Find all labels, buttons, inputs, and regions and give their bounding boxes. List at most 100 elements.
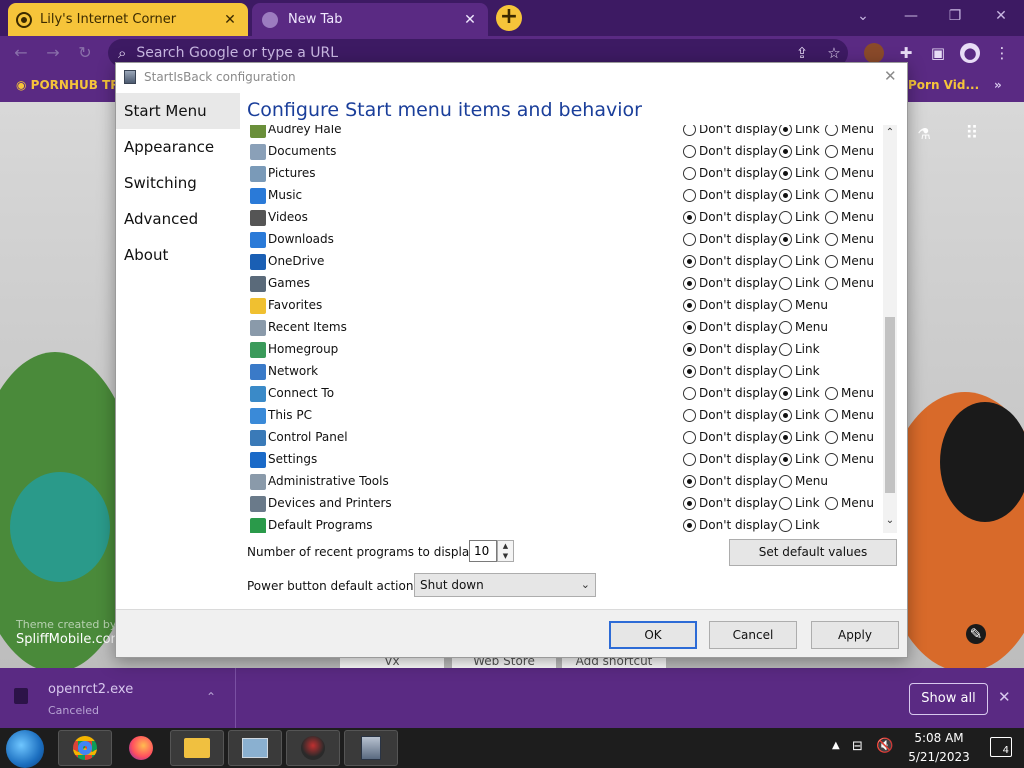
network-icon[interactable]: ⊟ [852, 739, 863, 754]
radio-option-none[interactable]: Don't display [683, 518, 778, 532]
radio-option-none[interactable]: Don't display [683, 364, 778, 378]
radio-option-link[interactable]: Link [779, 276, 820, 290]
radio-option-menu[interactable]: Menu [825, 386, 874, 400]
radio-button[interactable] [779, 166, 792, 180]
radio-option-menu[interactable]: Menu [825, 430, 874, 444]
radio-option-menu[interactable]: Menu [825, 210, 874, 224]
radio-button[interactable] [779, 342, 792, 356]
chevron-up-icon[interactable]: ⌃ [206, 690, 216, 704]
radio-option-none[interactable]: Don't display [683, 188, 778, 202]
radio-option-none[interactable]: Don't display [683, 342, 778, 356]
radio-option-link[interactable]: Link [779, 188, 820, 202]
radio-button[interactable] [825, 452, 838, 466]
radio-option-link[interactable]: Link [779, 386, 820, 400]
tab-new-tab[interactable]: New Tab ✕ [252, 3, 488, 36]
radio-button[interactable] [825, 232, 838, 246]
radio-button[interactable] [683, 232, 696, 246]
spin-down-icon[interactable]: ▼ [498, 551, 513, 561]
extension-avatar-icon[interactable] [864, 43, 884, 63]
radio-button[interactable] [683, 210, 696, 224]
radio-button[interactable] [779, 125, 792, 136]
radio-button[interactable] [683, 386, 696, 400]
bookmark-porn-vid[interactable]: Porn Vid... [908, 78, 979, 92]
radio-option-none[interactable]: Don't display [683, 210, 778, 224]
radio-option-none[interactable]: Don't display [683, 320, 778, 334]
taskbar-startisback-config[interactable] [344, 730, 398, 766]
tab-close-icon[interactable]: ✕ [222, 12, 238, 28]
new-tab-button[interactable]: + [496, 5, 522, 31]
radio-option-none[interactable]: Don't display [683, 276, 778, 290]
dialog-titlebar[interactable]: StartIsBack configuration ✕ [116, 63, 907, 91]
apps-grid-icon[interactable]: ⠿ [962, 124, 982, 144]
radio-button[interactable] [825, 496, 838, 510]
radio-option-link[interactable]: Link [779, 430, 820, 444]
radio-option-menu[interactable]: Menu [825, 144, 874, 158]
tab-search-chevron-icon[interactable]: ⌄ [848, 4, 878, 28]
radio-button[interactable] [683, 342, 696, 356]
reload-icon[interactable]: ↻ [74, 42, 96, 64]
radio-button[interactable] [683, 298, 696, 312]
radio-button[interactable] [779, 518, 792, 532]
clock-date[interactable]: 5/21/2023 [904, 750, 974, 764]
more-bookmarks-chevron-icon[interactable]: » [994, 78, 1002, 92]
recent-programs-spinner[interactable]: ▲ ▼ [497, 540, 514, 562]
radio-button[interactable] [779, 298, 792, 312]
radio-option-link[interactable]: Link [779, 496, 820, 510]
show-all-button[interactable]: Show all [909, 683, 988, 715]
restore-icon[interactable]: ❐ [940, 4, 970, 28]
back-arrow-icon[interactable]: ← [10, 42, 32, 64]
download-bar-close-icon[interactable]: ✕ [998, 688, 1011, 706]
radio-option-none[interactable]: Don't display [683, 144, 778, 158]
radio-button[interactable] [825, 408, 838, 422]
customize-pencil-icon[interactable]: ✎ [966, 624, 986, 644]
radio-button[interactable] [779, 496, 792, 510]
radio-option-menu[interactable]: Menu [825, 125, 874, 136]
radio-option-none[interactable]: Don't display [683, 408, 778, 422]
radio-button[interactable] [825, 125, 838, 136]
nav-about[interactable]: About [116, 237, 240, 273]
radio-button[interactable] [825, 210, 838, 224]
radio-option-none[interactable]: Don't display [683, 430, 778, 444]
taskbar-chrome[interactable] [58, 730, 112, 766]
extensions-puzzle-icon[interactable]: ✚ [896, 43, 916, 63]
share-icon[interactable]: ⇪ [792, 43, 812, 63]
radio-option-menu[interactable]: Menu [825, 276, 874, 290]
bookmark-pornhub[interactable]: ◉ PORNHUB TR [16, 78, 120, 92]
radio-button[interactable] [825, 166, 838, 180]
scroll-down-chevron-icon[interactable]: ⌄ [883, 515, 897, 529]
radio-option-none[interactable]: Don't display [683, 232, 778, 246]
radio-button[interactable] [683, 496, 696, 510]
radio-button[interactable] [779, 210, 792, 224]
tab-close-icon[interactable]: ✕ [462, 12, 478, 28]
scroll-thumb[interactable] [885, 317, 895, 493]
nav-advanced[interactable]: Advanced [116, 201, 240, 237]
taskbar-task-manager[interactable] [228, 730, 282, 766]
radio-option-link[interactable]: Link [779, 125, 820, 136]
radio-option-none[interactable]: Don't display [683, 125, 778, 136]
taskbar-file-explorer[interactable] [170, 730, 224, 766]
menu-kebab-icon[interactable]: ⋮ [992, 43, 1012, 63]
forward-arrow-icon[interactable]: → [42, 42, 64, 64]
radio-option-menu[interactable]: Menu [825, 166, 874, 180]
radio-button[interactable] [779, 320, 792, 334]
power-action-select[interactable]: Shut down ⌄ [414, 573, 596, 597]
set-default-values-button[interactable]: Set default values [729, 539, 897, 566]
radio-button[interactable] [779, 276, 792, 290]
radio-button[interactable] [779, 452, 792, 466]
radio-button[interactable] [779, 386, 792, 400]
radio-option-menu[interactable]: Menu [779, 298, 828, 312]
nav-start-menu[interactable]: Start Menu [116, 93, 240, 129]
radio-button[interactable] [779, 408, 792, 422]
dialog-close-icon[interactable]: ✕ [884, 67, 897, 85]
labs-flask-icon[interactable]: ⚗ [914, 124, 934, 144]
radio-button[interactable] [683, 276, 696, 290]
profile-avatar-icon[interactable]: ● [960, 43, 980, 63]
radio-button[interactable] [683, 144, 696, 158]
radio-option-menu[interactable]: Menu [825, 188, 874, 202]
radio-button[interactable] [825, 254, 838, 268]
radio-button[interactable] [683, 430, 696, 444]
radio-button[interactable] [825, 188, 838, 202]
scroll-up-chevron-icon[interactable]: ⌃ [883, 127, 897, 141]
radio-option-menu[interactable]: Menu [825, 496, 874, 510]
radio-button[interactable] [683, 254, 696, 268]
